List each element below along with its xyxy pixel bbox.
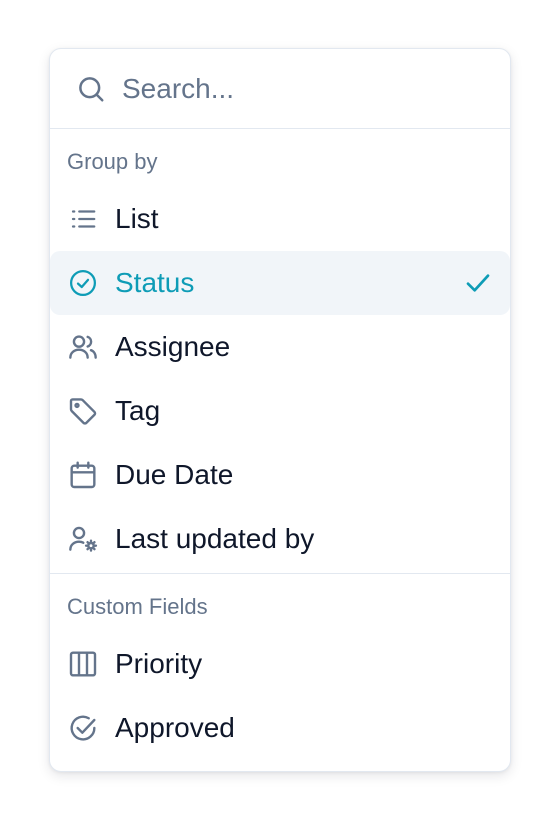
item-label: List bbox=[115, 203, 159, 234]
group-by-item-status[interactable]: Status bbox=[50, 251, 510, 315]
list-icon bbox=[67, 203, 99, 235]
group-by-item-list[interactable]: List bbox=[50, 187, 510, 251]
columns-icon bbox=[67, 648, 99, 680]
custom-field-item-approved[interactable]: Approved bbox=[50, 696, 510, 760]
group-by-item-last-updated-by[interactable]: Last updated by bbox=[50, 507, 510, 571]
custom-field-item-priority[interactable]: Priority bbox=[50, 632, 510, 696]
item-label: Tag bbox=[115, 395, 161, 426]
item-label: Last updated by bbox=[115, 523, 315, 554]
selected-check-icon bbox=[462, 267, 494, 299]
group-by-item-tag[interactable]: Tag bbox=[50, 379, 510, 443]
group-by-item-due-date[interactable]: Due Date bbox=[50, 443, 510, 507]
item-label: Assignee bbox=[115, 331, 231, 362]
circle-check-icon bbox=[67, 712, 99, 744]
item-label: Due Date bbox=[115, 459, 234, 490]
group-by-dropdown: Group by List Status bbox=[49, 48, 511, 772]
search-row bbox=[50, 49, 510, 129]
group-by-section-label: Group by bbox=[67, 149, 158, 174]
tag-icon bbox=[67, 395, 99, 427]
custom-fields-section-label: Custom Fields bbox=[67, 594, 208, 619]
search-input[interactable] bbox=[122, 72, 462, 105]
item-label: Priority bbox=[115, 648, 203, 679]
calendar-icon bbox=[67, 459, 99, 491]
item-label: Status bbox=[115, 267, 195, 298]
users-icon bbox=[67, 331, 99, 363]
user-gear-icon bbox=[67, 523, 99, 555]
group-by-item-assignee[interactable]: Assignee bbox=[50, 315, 510, 379]
status-circle-check-icon bbox=[67, 267, 99, 299]
search-icon bbox=[76, 74, 106, 104]
item-label: Approved bbox=[115, 712, 235, 743]
